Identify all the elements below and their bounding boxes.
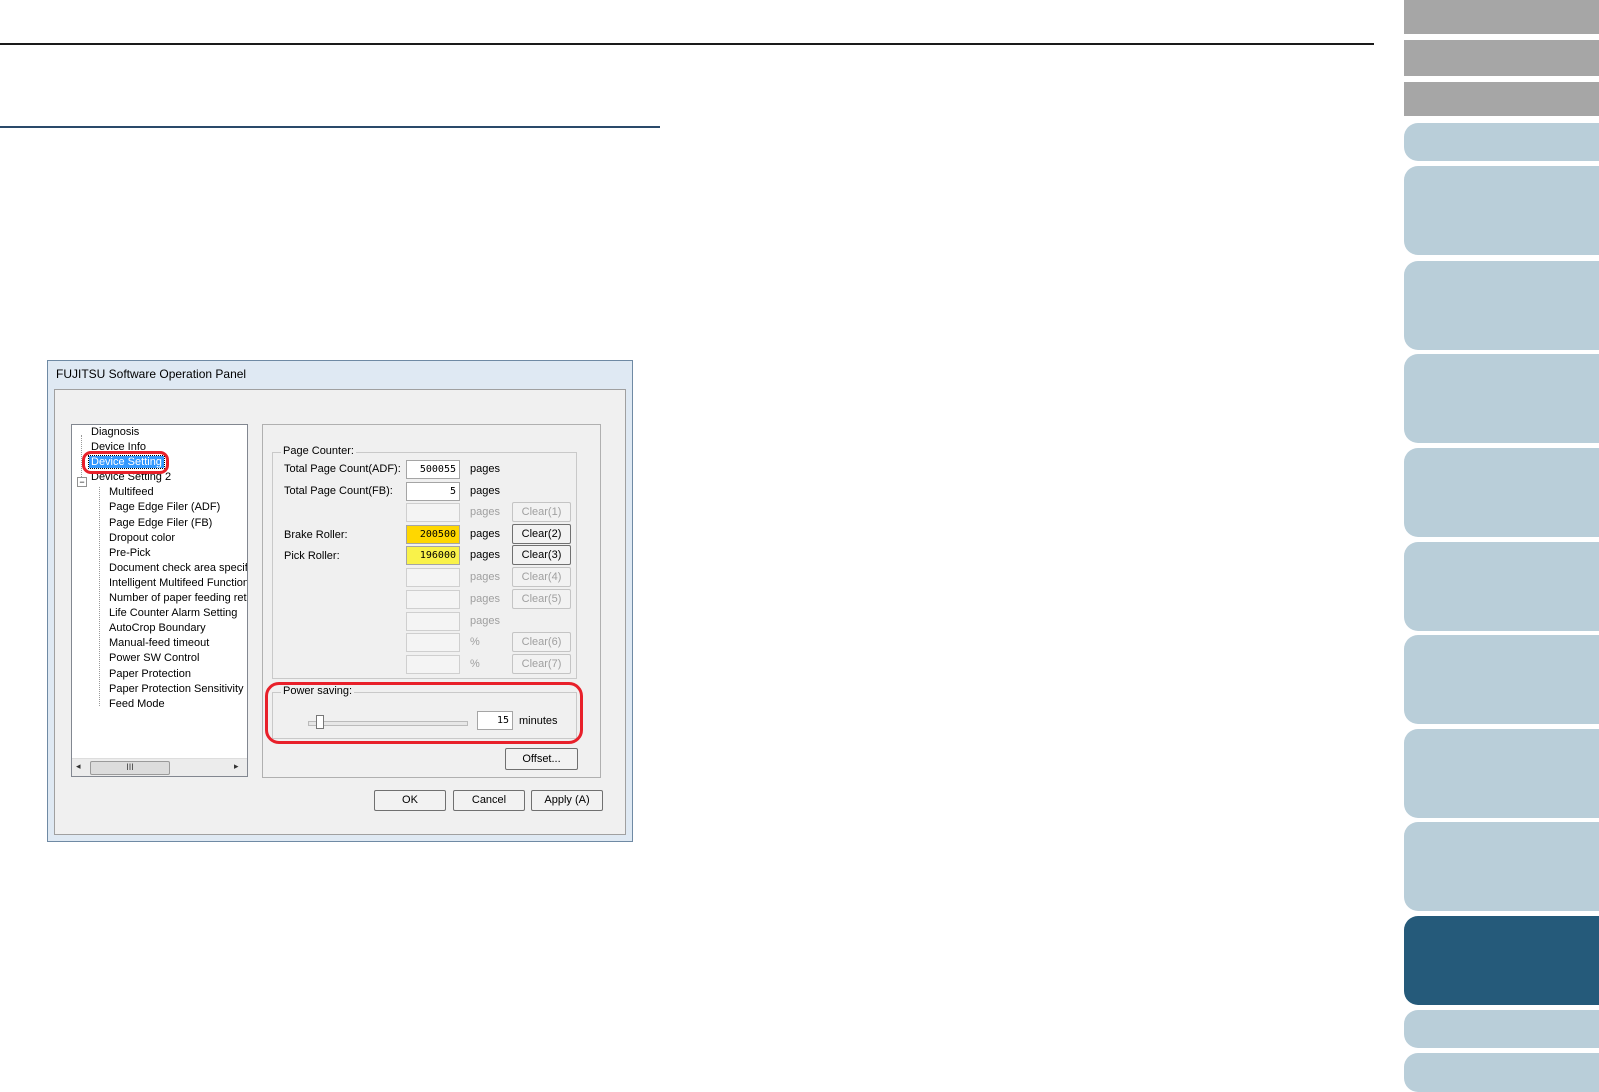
tree-item-paper-feeding-retries[interactable]: Number of paper feeding retries [109,592,247,604]
tree-item-feed-mode[interactable]: Feed Mode [109,698,165,710]
total-fb-field: 5 [406,482,460,501]
brake-roller-label: Brake Roller: [284,529,348,541]
clear-5-button[interactable]: Clear(5) [512,589,571,609]
total-fb-label: Total Page Count(FB): [284,485,393,497]
clear-6-button[interactable]: Clear(6) [512,632,571,652]
nav-tab-5[interactable] [1404,166,1599,255]
pick-roller-unit: pages [470,549,500,561]
counter-7-unit: pages [470,593,500,605]
tree-item-page-edge-filer-adf[interactable]: Page Edge Filer (ADF) [109,501,220,513]
collapse-icon[interactable]: − [77,477,87,487]
tree-item-life-counter-alarm[interactable]: Life Counter Alarm Setting [109,607,237,619]
nav-tab-4[interactable] [1404,123,1599,161]
tree-horizontal-scrollbar[interactable]: ◂ III ▸ [72,758,247,776]
nav-tab-1[interactable] [1404,0,1599,34]
nav-tab-11[interactable] [1404,729,1599,818]
counter-9-field [406,633,460,652]
total-fb-unit: pages [470,485,500,497]
tree-item-paper-protection-sensitivity[interactable]: Paper Protection Sensitivity [109,683,244,695]
nav-tab-13-active[interactable] [1404,916,1599,1005]
pick-roller-field: 196000 [406,546,460,565]
scroll-thumb[interactable]: III [90,761,170,775]
tree-item-power-sw-control[interactable]: Power SW Control [109,652,199,664]
cancel-button[interactable]: Cancel [453,790,525,811]
nav-tab-15[interactable] [1404,1053,1599,1092]
nav-tab-2[interactable] [1404,40,1599,76]
counter-3-unit: pages [470,506,500,518]
tree-item-manual-feed-timeout[interactable]: Manual-feed timeout [109,637,209,649]
nav-tab-8[interactable] [1404,448,1599,537]
counter-8-unit: pages [470,615,500,627]
operation-panel-dialog: FUJITSU Software Operation Panel Diagnos… [47,360,633,842]
tree-item-diagnosis[interactable]: Diagnosis [91,426,139,438]
tree-item-page-edge-filer-fb[interactable]: Page Edge Filer (FB) [109,517,212,529]
total-adf-unit: pages [470,463,500,475]
counter-7-field [406,590,460,609]
brake-roller-unit: pages [470,528,500,540]
dialog-title: FUJITSU Software Operation Panel [56,367,247,381]
clear-1-button[interactable]: Clear(1) [512,502,571,522]
page-counter-label: Page Counter: [281,445,356,457]
nav-tab-7[interactable] [1404,354,1599,443]
dialog-client-area: Diagnosis Device Info Device Setting − D… [54,389,626,835]
ok-button[interactable]: OK [374,790,446,811]
counter-8-field [406,612,460,631]
settings-tree[interactable]: Diagnosis Device Info Device Setting − D… [71,424,248,777]
clear-4-button[interactable]: Clear(4) [512,567,571,587]
nav-tab-10[interactable] [1404,635,1599,724]
apply-button[interactable]: Apply (A) [531,790,603,811]
tree-guide-line-child [99,487,100,706]
counter-6-field [406,568,460,587]
clear-3-button[interactable]: Clear(3) [512,545,571,565]
top-divider [0,43,1374,45]
brake-roller-field: 200500 [406,525,460,544]
nav-tab-6[interactable] [1404,261,1599,350]
scroll-left-icon[interactable]: ◂ [76,761,81,772]
scroll-right-icon[interactable]: ▸ [234,761,239,772]
counter-10-field [406,655,460,674]
clear-2-button[interactable]: Clear(2) [512,524,571,544]
total-adf-label: Total Page Count(ADF): [284,463,401,475]
counter-3-field [406,503,460,522]
pick-roller-label: Pick Roller: [284,550,340,562]
nav-tab-3[interactable] [1404,82,1599,116]
tree-item-document-check-area[interactable]: Document check area specific [109,562,247,574]
tree-item-dropout-color[interactable]: Dropout color [109,532,175,544]
tree-item-pre-pick[interactable]: Pre-Pick [109,547,151,559]
tree-item-intelligent-multifeed[interactable]: Intelligent Multifeed Function [109,577,247,589]
section-divider [0,126,660,128]
nav-tab-14[interactable] [1404,1010,1599,1048]
tree-item-multifeed[interactable]: Multifeed [109,486,154,498]
tree-item-autocrop-boundary[interactable]: AutoCrop Boundary [109,622,206,634]
counter-10-unit: % [470,658,480,670]
clear-7-button[interactable]: Clear(7) [512,654,571,674]
nav-tab-9[interactable] [1404,542,1599,631]
total-adf-field: 500055 [406,460,460,479]
counter-6-unit: pages [470,571,500,583]
nav-tab-12[interactable] [1404,822,1599,911]
offset-button[interactable]: Offset... [505,748,578,770]
selected-item-highlight [82,451,169,474]
power-saving-highlight [265,682,583,744]
page-counter-group: Page Counter: Total Page Count(ADF): 500… [272,445,577,679]
counter-9-unit: % [470,636,480,648]
tree-item-paper-protection[interactable]: Paper Protection [109,668,191,680]
